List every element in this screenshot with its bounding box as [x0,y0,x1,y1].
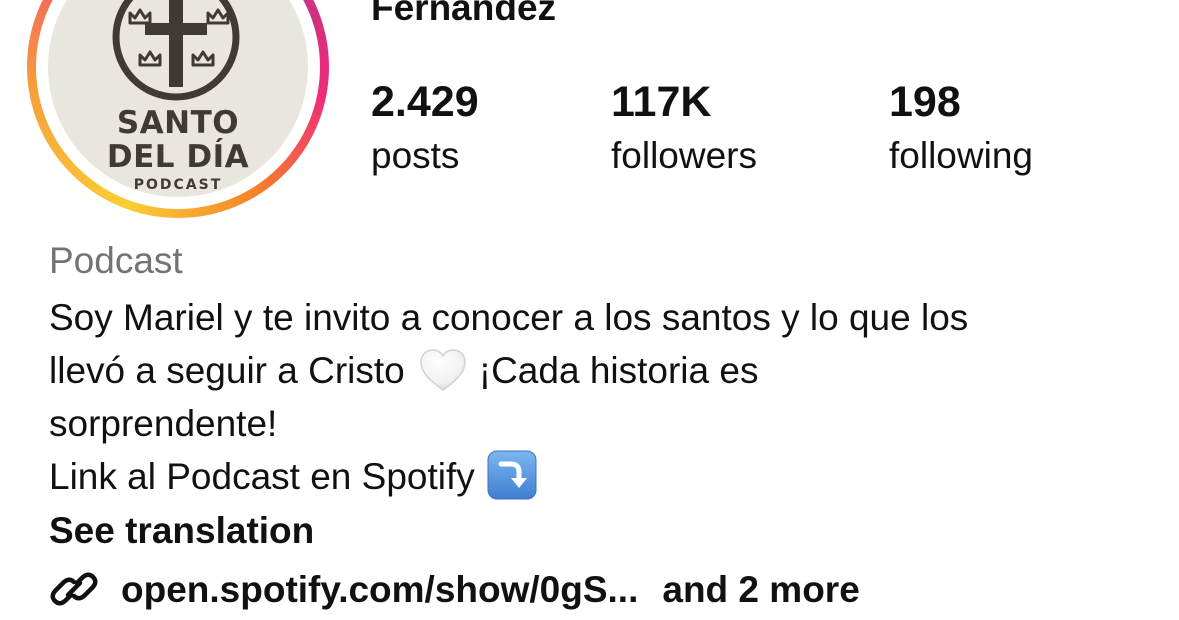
white-heart-icon [420,349,466,392]
profile-name: Fernández [371,0,557,28]
logo-text-santo: SANTO [116,105,240,141]
bio-line: Link al Podcast en Spotify [49,450,1149,503]
posts-count: 2.429 [371,78,479,126]
avatar[interactable]: SANTO DEL DÍA PODCAST [48,0,308,197]
profile-category: Podcast [49,240,183,281]
following-stat[interactable]: 198 following [889,78,1033,180]
bio-line: llevó a seguir a Cristo ¡Cada historia e… [49,344,1149,397]
bio-line-text: ¡Cada historia es [478,350,759,391]
bio-line-text: Link al Podcast en Spotify [49,456,475,497]
avatar-ring-gap: SANTO DEL DÍA PODCAST [36,0,320,209]
arrow-down-right-icon [487,450,537,500]
see-translation-button[interactable]: See translation [49,504,314,557]
profile-bio: Soy Mariel y te invito a conocer a los s… [49,291,1149,503]
bio-line-text: llevó a seguir a Cristo [49,350,405,391]
following-label: following [889,135,1033,176]
followers-count: 117K [611,78,712,126]
logo-text-del-dia: DEL DÍA [106,139,250,175]
bio-line: Soy Mariel y te invito a conocer a los s… [49,297,969,338]
bio-line: sorprendente! [49,403,278,444]
followers-label: followers [611,135,757,176]
posts-stat[interactable]: 2.429 posts [371,78,479,180]
more-links-button[interactable]: and 2 more [662,563,859,616]
logo-text-podcast: PODCAST [133,177,223,193]
profile-avatar-story-ring[interactable]: SANTO DEL DÍA PODCAST [27,0,329,218]
following-count: 198 [889,78,961,126]
bio-links-row[interactable]: open.spotify.com/show/0gS... and 2 more [49,561,860,617]
link-icon [50,572,98,606]
bio-link-url[interactable]: open.spotify.com/show/0gS... [121,563,638,616]
posts-label: posts [371,135,460,176]
followers-stat[interactable]: 117K followers [611,78,757,180]
